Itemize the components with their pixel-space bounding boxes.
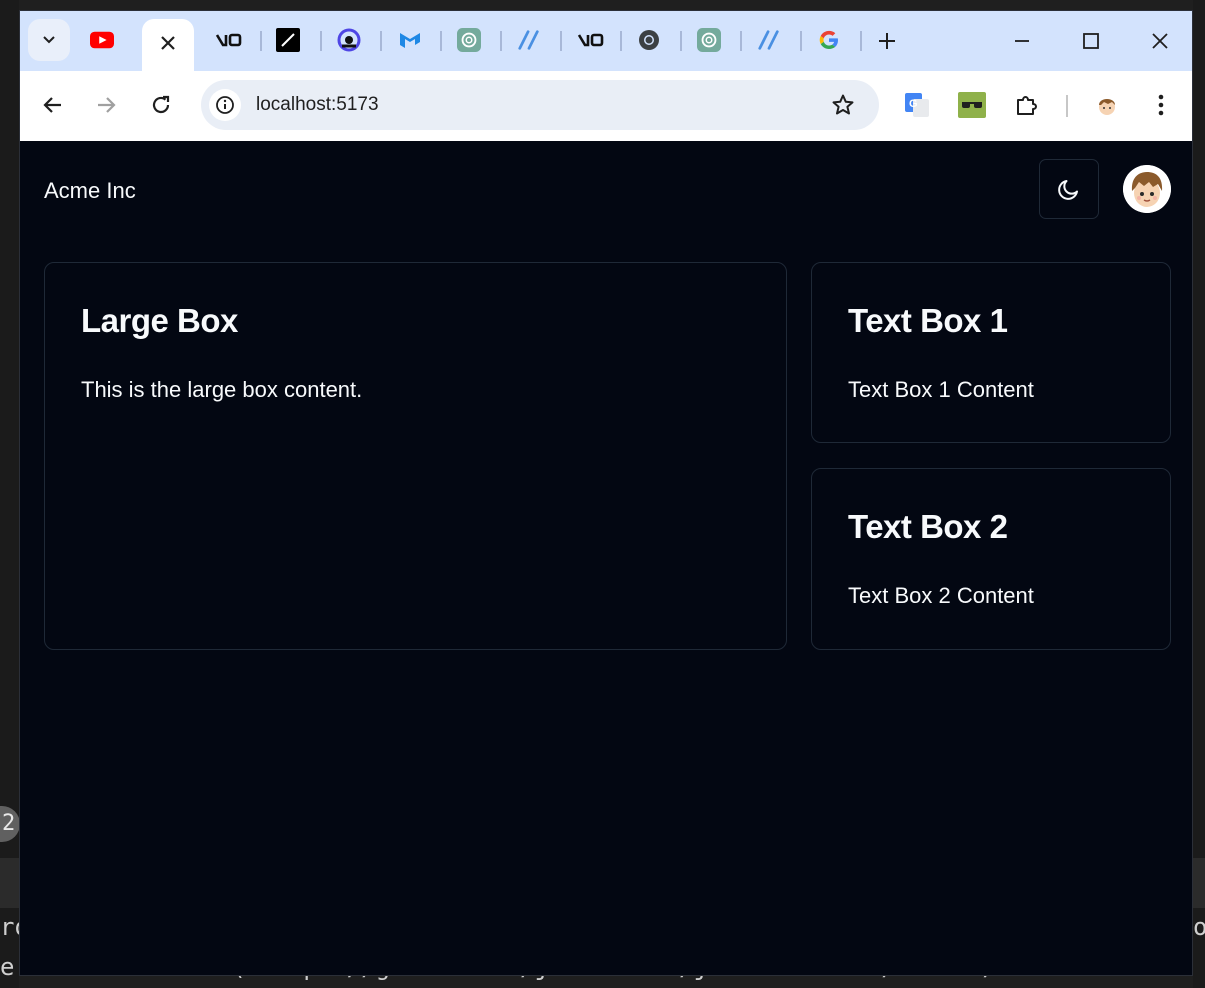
google-translate-icon: G <box>905 93 929 117</box>
sunglasses-icon <box>958 92 986 118</box>
site-info-button[interactable] <box>209 89 241 121</box>
tab-v0[interactable] <box>214 28 244 52</box>
address-url[interactable]: localhost:5173 <box>256 94 379 116</box>
tab-slash[interactable] <box>276 28 300 52</box>
tab-separator <box>680 31 682 51</box>
text-box-1-content: Text Box 1 Content <box>848 377 1034 402</box>
extensions-button[interactable] <box>1013 91 1041 119</box>
tab-separator <box>260 31 262 51</box>
text-box-1-title: Text Box 1 <box>848 302 1008 339</box>
tab-separator <box>740 31 742 51</box>
puzzle-icon <box>1017 96 1037 115</box>
forward-button[interactable] <box>92 91 120 119</box>
address-bar[interactable]: localhost:5173 <box>201 80 879 130</box>
large-box-card: Large Box This is the large box content. <box>44 262 787 650</box>
maximize-icon <box>1083 33 1099 49</box>
minimize-icon <box>1015 40 1029 42</box>
tab-separator <box>860 31 862 51</box>
new-tab-button[interactable] <box>873 27 901 55</box>
tab-separator <box>440 31 442 51</box>
toolbar-separator <box>1066 95 1068 117</box>
tab-c-logo[interactable] <box>337 28 361 52</box>
slash-logo-icon <box>276 28 300 52</box>
maximize-button[interactable] <box>1077 27 1105 55</box>
close-icon[interactable] <box>158 33 178 53</box>
tab-v0-2[interactable] <box>576 28 606 52</box>
text-box-2-title: Text Box 2 <box>848 508 1008 545</box>
reload-button[interactable] <box>147 91 175 119</box>
google-icon <box>819 30 838 49</box>
text-box-1-card: Text Box 1 Text Box 1 Content <box>811 262 1171 443</box>
avatar-icon <box>1123 165 1171 213</box>
large-box-content: This is the large box content. <box>81 377 363 402</box>
sunglasses-extension[interactable] <box>958 91 986 119</box>
star-icon <box>832 94 854 115</box>
plus-icon <box>879 33 895 49</box>
tab-mui[interactable] <box>397 28 425 52</box>
tab-speed[interactable] <box>517 28 541 52</box>
chevron-down-icon <box>43 36 55 44</box>
chrome-icon <box>639 30 659 50</box>
minimize-button[interactable] <box>1008 27 1036 55</box>
mui-logo-icon <box>400 33 420 48</box>
background-right <box>1193 0 1205 988</box>
large-box-title: Large Box <box>81 302 238 339</box>
chatgpt-icon <box>697 28 721 52</box>
text-box-2-card: Text Box 2 Text Box 2 Content <box>811 468 1171 650</box>
speed-logo-icon <box>758 30 779 50</box>
background-code-line-1: ro <box>0 913 20 941</box>
google-translate-extension[interactable]: G <box>903 91 931 119</box>
chatgpt-icon <box>457 28 481 52</box>
menu-button[interactable] <box>1147 91 1175 119</box>
arrow-left-icon <box>43 97 61 113</box>
tab-google[interactable] <box>817 28 841 52</box>
tab-chatgpt[interactable] <box>457 28 481 52</box>
tab-separator <box>320 31 322 51</box>
tab-separator <box>500 31 502 51</box>
svg-text:G: G <box>909 98 918 110</box>
reload-icon <box>152 95 170 114</box>
tab-strip <box>20 11 1192 71</box>
tab-speed-2[interactable] <box>757 28 781 52</box>
bookmark-button[interactable] <box>830 92 856 118</box>
profile-button[interactable] <box>1093 91 1121 119</box>
tab-separator <box>380 31 382 51</box>
more-vert-icon <box>1158 94 1164 116</box>
back-button[interactable] <box>39 91 67 119</box>
page-content: Acme Inc Large Box This is the large box… <box>20 141 1192 975</box>
speed-logo-icon <box>518 30 539 50</box>
tab-separator <box>560 31 562 51</box>
close-icon <box>1152 33 1168 49</box>
tab-search-button[interactable] <box>28 19 70 61</box>
background-code-right: o <box>1193 913 1205 941</box>
theme-toggle-button[interactable] <box>1039 159 1099 219</box>
tab-chrome[interactable] <box>637 28 661 52</box>
tab-active[interactable] <box>142 19 194 71</box>
moon-icon <box>1058 180 1078 200</box>
v0-icon <box>577 33 604 47</box>
arrow-right-icon <box>98 97 116 113</box>
youtube-icon <box>90 31 114 49</box>
browser-toolbar: localhost:5173 G <box>20 71 1192 141</box>
text-box-2-content: Text Box 2 Content <box>848 583 1034 608</box>
c-logo-icon <box>337 28 361 52</box>
v0-icon <box>215 33 242 47</box>
browser-window: localhost:5173 G Acme Inc Large Box This… <box>19 10 1193 976</box>
info-icon <box>216 96 234 114</box>
tab-youtube[interactable] <box>90 28 114 52</box>
tab-separator <box>800 31 802 51</box>
profile-avatar-icon <box>1099 99 1115 115</box>
close-window-button[interactable] <box>1146 27 1174 55</box>
user-avatar[interactable] <box>1123 165 1171 213</box>
brand-name[interactable]: Acme Inc <box>44 178 136 204</box>
tab-separator <box>620 31 622 51</box>
tab-chatgpt-2[interactable] <box>697 28 721 52</box>
